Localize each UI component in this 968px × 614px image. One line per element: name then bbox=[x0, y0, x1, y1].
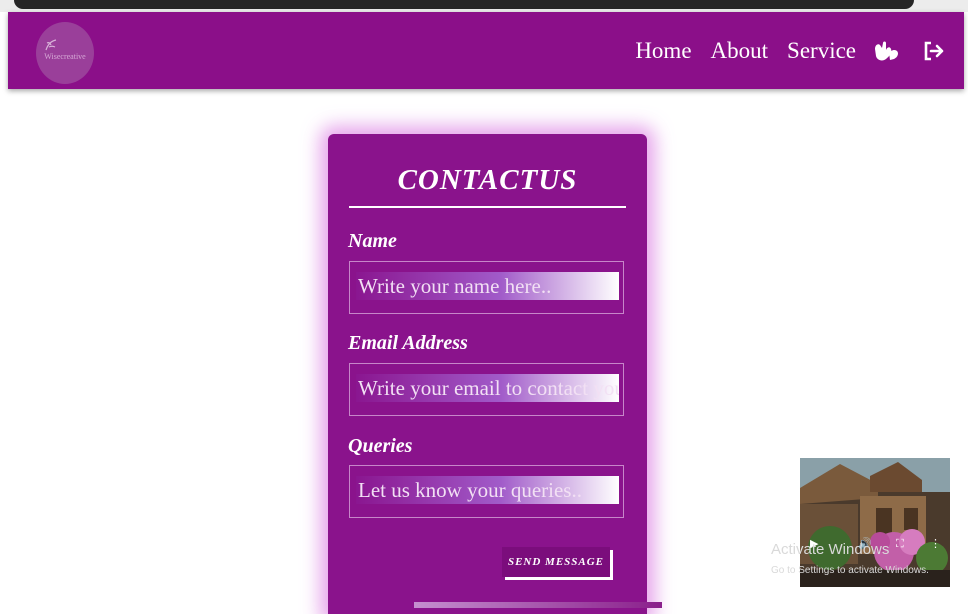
name-input[interactable] bbox=[356, 272, 619, 300]
queries-field-box bbox=[349, 465, 624, 518]
site-logo[interactable]: Wisecreative bbox=[36, 22, 94, 84]
navbar: Wisecreative Home About Service bbox=[8, 12, 964, 89]
queries-input[interactable] bbox=[356, 476, 619, 504]
nav-link-about[interactable]: About bbox=[711, 38, 769, 64]
logo-mark-icon bbox=[45, 39, 57, 51]
name-label: Name bbox=[348, 230, 397, 252]
queries-label: Queries bbox=[348, 435, 413, 457]
name-field-box bbox=[349, 261, 624, 314]
send-message-button[interactable]: SEND MESSAGE bbox=[502, 547, 610, 577]
fullscreen-icon[interactable]: ⛶ bbox=[896, 537, 904, 551]
browser-top-edge bbox=[0, 0, 968, 12]
sign-language-icon[interactable] bbox=[872, 40, 900, 69]
more-options-icon[interactable]: ⋮ bbox=[930, 537, 941, 550]
contact-title: CONTACTUS bbox=[397, 164, 578, 196]
nav-link-home[interactable]: Home bbox=[635, 38, 691, 64]
bottom-accent-bar bbox=[414, 602, 662, 608]
browser-tab-strip bbox=[14, 0, 914, 9]
activate-windows-title: Activate Windows bbox=[771, 541, 890, 558]
email-input[interactable] bbox=[356, 374, 619, 402]
nav-link-service[interactable]: Service bbox=[787, 38, 856, 64]
contact-form-card: CONTACTUS Name Email Address Queries SEN… bbox=[328, 134, 647, 614]
activate-windows-subtitle: Go to Settings to activate Windows. bbox=[771, 565, 929, 576]
title-divider bbox=[349, 206, 626, 208]
logo-text: Wisecreative bbox=[44, 52, 86, 61]
email-field-box bbox=[349, 363, 624, 416]
main-nav: Home About Service bbox=[616, 38, 856, 64]
logout-arrow-icon[interactable] bbox=[922, 40, 946, 67]
email-label: Email Address bbox=[348, 332, 468, 354]
